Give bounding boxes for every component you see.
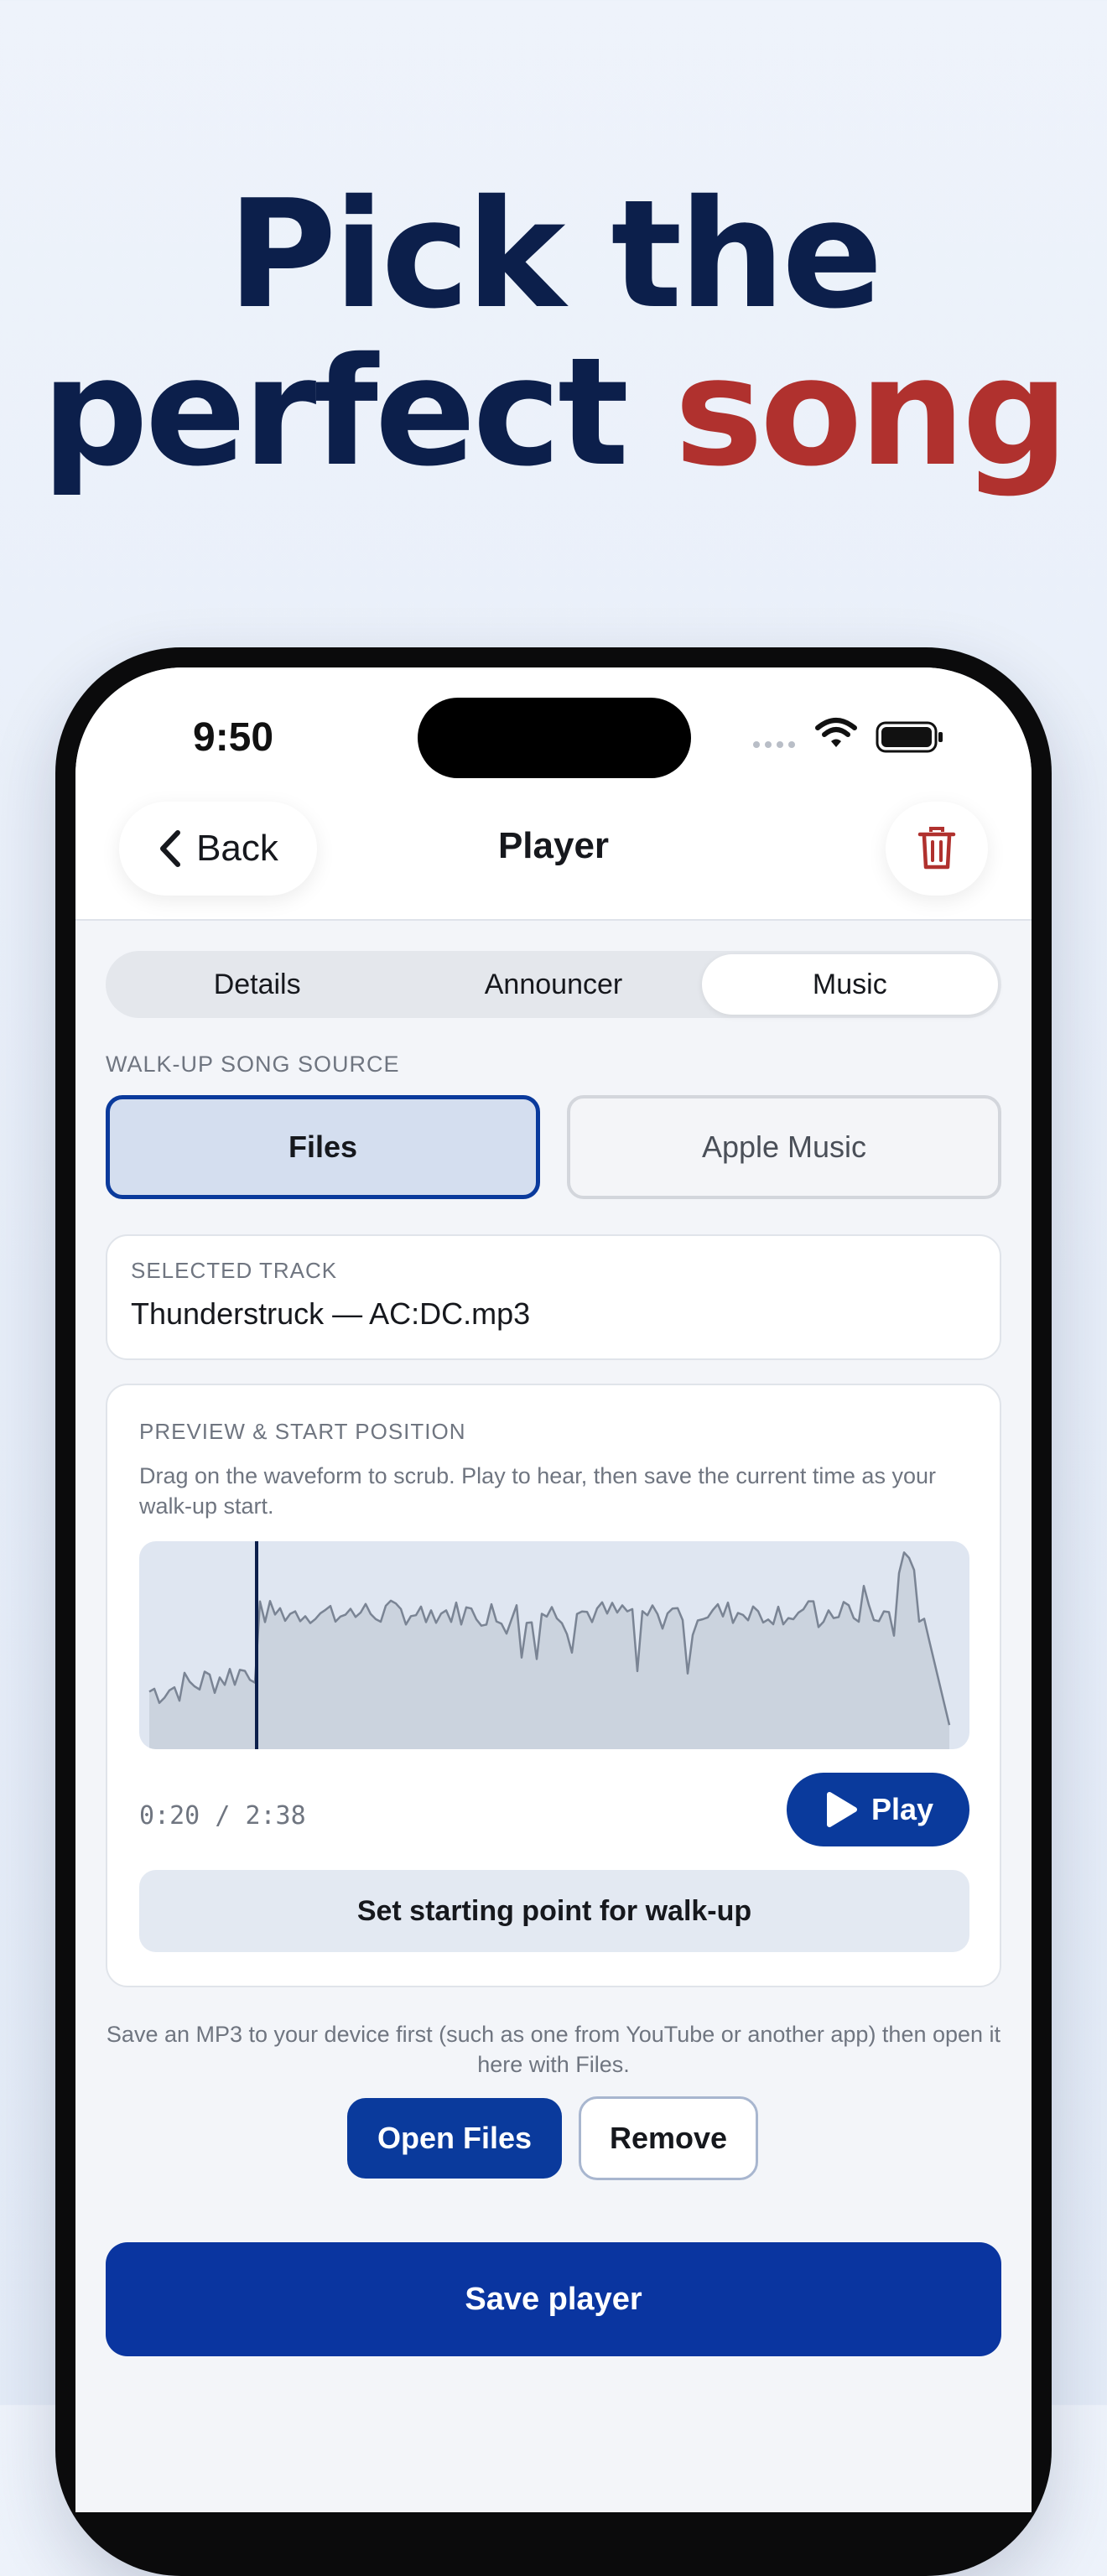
phone-screen: 9:50 Back Player Details Announcer Music… [75, 667, 1032, 2512]
set-start-button[interactable]: Set starting point for walk-up [139, 1870, 969, 1952]
preview-card: PREVIEW & START POSITION Drag on the wav… [106, 1384, 1001, 1987]
headline-accent: song [674, 325, 1068, 499]
tab-bar: Details Announcer Music [106, 951, 1001, 1018]
files-hint: Save an MP3 to your device first (such a… [106, 2022, 1001, 2077]
selected-track-label: SELECTED TRACK [131, 1258, 338, 1283]
play-icon [826, 1792, 857, 1827]
waveform-fill [149, 1552, 949, 1749]
open-files-button[interactable]: Open Files [347, 2098, 562, 2179]
tab-announcer[interactable]: Announcer [405, 954, 701, 1015]
top-bar: 9:50 Back Player [75, 667, 1032, 921]
headline: Pick the perfect song [0, 176, 1107, 491]
save-player-button[interactable]: Save player [106, 2242, 1001, 2356]
preview-description: Drag on the waveform to scrub. Play to h… [139, 1463, 936, 1519]
time-separator: / [215, 1801, 231, 1831]
current-time: 0:20 [139, 1801, 200, 1831]
headline-line-2-main: perfect [41, 325, 675, 499]
time-readout: 0:20 / 2:38 [139, 1801, 306, 1831]
tab-details[interactable]: Details [109, 954, 405, 1015]
play-label: Play [871, 1792, 934, 1826]
selected-track-name: Thunderstruck — AC:DC.mp3 [131, 1296, 531, 1331]
source-section-label: WALK-UP SONG SOURCE [106, 1052, 400, 1077]
headline-line-2: perfect song [0, 334, 1107, 491]
trash-icon [917, 827, 956, 870]
status-time: 9:50 [193, 715, 274, 760]
delete-player-button[interactable] [886, 802, 988, 896]
duration: 2:38 [245, 1801, 306, 1831]
waveform-scrubber[interactable] [139, 1541, 969, 1749]
battery-icon [876, 721, 943, 753]
cellular-signal-icon [753, 741, 795, 748]
source-apple-music-button[interactable]: Apple Music [567, 1095, 1001, 1199]
waveform[interactable] [139, 1541, 969, 1749]
dynamic-island [418, 698, 691, 778]
play-button[interactable]: Play [787, 1773, 969, 1846]
remove-button[interactable]: Remove [579, 2096, 758, 2180]
tab-music[interactable]: Music [701, 954, 998, 1015]
source-files-button[interactable]: Files [106, 1095, 540, 1199]
wifi-icon [815, 718, 857, 747]
preview-label: PREVIEW & START POSITION [139, 1419, 466, 1444]
headline-line-1: Pick the [227, 168, 883, 341]
selected-track-card: SELECTED TRACK Thunderstruck — AC:DC.mp3 [106, 1234, 1001, 1360]
